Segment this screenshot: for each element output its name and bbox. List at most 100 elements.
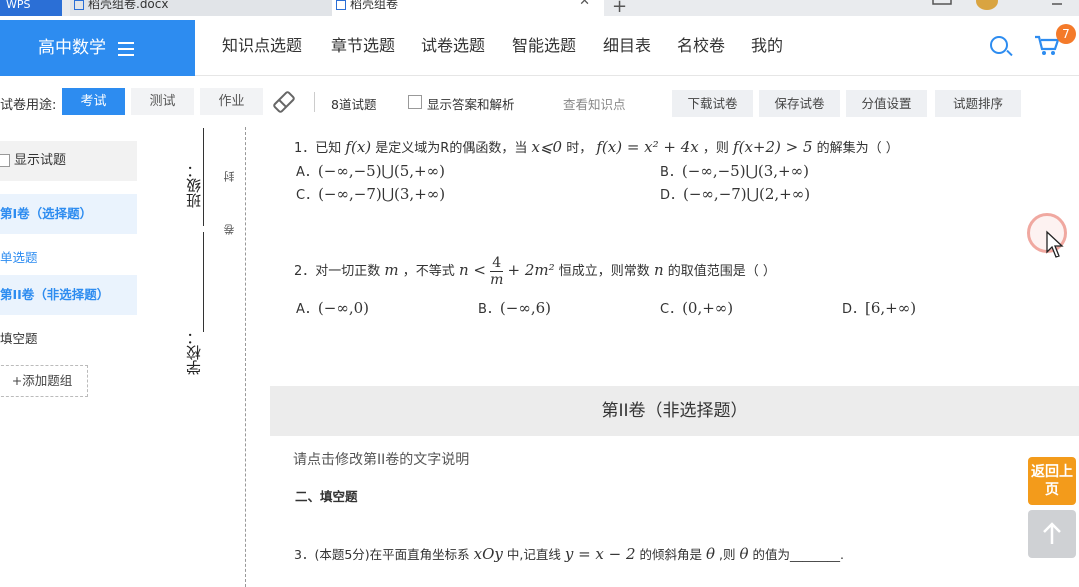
nav-chapter-select[interactable]: 章节选题 (331, 20, 395, 76)
q2-option-d[interactable]: D．[6,+∞) (842, 298, 916, 317)
save-paper-button[interactable]: 保存试卷 (759, 90, 840, 117)
q2-math-m: m (384, 261, 399, 279)
mouse-cursor-icon (1046, 230, 1064, 258)
paper-structure-sidebar: 显示试题 第I卷（选择题） 单选题 第II卷（非选择题） 填空题 +添加题组 (0, 127, 137, 587)
menu-icon[interactable] (118, 42, 134, 60)
q2-math-tail: + 2m² (507, 261, 555, 279)
question-count: 8道试题 (331, 97, 377, 112)
q1-math-ineq: f(x+2) > 5 (733, 138, 813, 156)
q2-option-c-value: (0,+∞) (682, 299, 734, 317)
q1-math-fx: f(x) (345, 138, 372, 156)
fill-blank-heading: 二、填空题 (295, 489, 358, 504)
cart-count-badge: 7 (1056, 24, 1076, 44)
q1-text-3: 时， (566, 141, 593, 156)
q2-fraction-numerator: 4 (490, 255, 504, 272)
score-settings-button[interactable]: 分值设置 (846, 90, 927, 117)
class-label: 班级： (185, 163, 203, 208)
homework-button[interactable]: 作业 (200, 88, 263, 115)
doc-tab-active[interactable]: 稻壳组卷 ✕ (332, 0, 604, 16)
q2-option-d-value: [6,+∞) (865, 299, 917, 317)
eraser-icon[interactable] (270, 88, 298, 116)
q3-text-3: 的倾斜角是 (639, 547, 703, 562)
show-answer-label[interactable]: 显示答案和解析 (427, 94, 515, 113)
binding-dashed-line (245, 127, 246, 587)
doc-tab-active-label: 稻壳组卷 (350, 0, 399, 11)
exam-button[interactable]: 考试 (62, 88, 125, 115)
q2-option-a[interactable]: A．(−∞,0) (296, 298, 369, 317)
q3-math-xoy: xOy (473, 545, 503, 563)
q1-text-5: 的解集为（ ） (816, 141, 899, 156)
doc-tab-docx-label: 稻壳组卷.docx (88, 0, 169, 11)
add-question-group-button[interactable]: +添加题组 (0, 365, 88, 397)
nav-detail-table[interactable]: 细目表 (603, 20, 651, 76)
q1-option-c[interactable]: C．(−∞,−7)⋃(3,+∞) (296, 184, 445, 203)
window-tab-bar: WPS 稻壳组卷.docx 稻壳组卷 ✕ + (0, 0, 1079, 16)
roll-mark: 卷 (223, 224, 236, 235)
q1-option-b-value: (−∞,−5)⋃(3,+∞) (681, 162, 809, 180)
q2-text-4: 的取值范围是（ ） (667, 264, 776, 279)
nav-smart-select[interactable]: 智能选题 (512, 20, 576, 76)
q1-text-2: 是定义域为R的偶函数，当 (375, 141, 528, 156)
section-2-description[interactable]: 请点击修改第II卷的文字说明 (293, 449, 469, 469)
scroll-to-top-button[interactable] (1028, 510, 1076, 558)
view-knowledge-link[interactable]: 查看知识点 (563, 94, 626, 113)
sort-questions-button[interactable]: 试题排序 (935, 90, 1021, 117)
q2-option-b-label: B． (478, 302, 500, 317)
avatar[interactable] (976, 0, 998, 10)
q1-option-c-label: C． (296, 188, 319, 203)
wps-app-tab[interactable]: WPS (0, 0, 62, 16)
q3-text-4: ,则 (719, 547, 736, 562)
arrow-up-icon (1043, 522, 1061, 544)
q1-text-1: 1．已知 (294, 141, 342, 156)
test-button[interactable]: 测试 (131, 88, 194, 115)
q1-option-c-value: (−∞,−7)⋃(3,+∞) (318, 185, 446, 203)
q1-option-a-label: A． (296, 165, 318, 180)
show-answer-checkbox[interactable] (408, 95, 422, 109)
question-3-stem[interactable]: 3．(本题5分)在平面直角坐标系 xOy 中,记直线 y = x − 2 的倾斜… (294, 544, 844, 563)
minimize-icon[interactable] (1050, 0, 1064, 8)
nav-knowledge-select[interactable]: 知识点选题 (222, 20, 302, 76)
q3-math-theta-2: θ (739, 545, 749, 563)
close-icon[interactable]: ✕ (579, 0, 590, 8)
purpose-label: 试卷用途: (0, 98, 57, 113)
school-underline (203, 232, 204, 332)
q1-option-d-label: D． (660, 188, 684, 203)
q2-fraction-denominator: m (490, 272, 504, 288)
back-to-previous-button[interactable]: 返回上页 (1028, 457, 1076, 505)
new-tab-icon[interactable]: + (612, 0, 627, 16)
subject-selector[interactable]: 高中数学 (0, 20, 195, 76)
sidebar-sub-fill-blank[interactable]: 填空题 (0, 328, 38, 347)
q1-option-d-value: (−∞,−7)⋃(2,+∞) (683, 185, 811, 203)
q2-option-b[interactable]: B．(−∞,6) (478, 298, 551, 317)
q3-text-2: 中,记直线 (506, 547, 561, 562)
q3-text-1: 3．(本题5分)在平面直角坐标系 (294, 547, 470, 562)
show-questions-toggle[interactable]: 显示试题 (0, 141, 137, 181)
q2-option-c-label: C． (660, 302, 683, 317)
section-2-title[interactable]: 第II卷（非选择题） (270, 386, 1079, 436)
sidebar-sub-single-choice[interactable]: 单选题 (0, 247, 38, 266)
q2-text-1: 2．对一切正数 (294, 264, 381, 279)
show-questions-checkbox[interactable] (0, 154, 10, 167)
q1-option-b[interactable]: B．(−∞,−5)⋃(3,+∞) (660, 161, 809, 180)
q2-math-n: n (653, 261, 664, 279)
q2-text-3: 恒成立，则常数 (558, 264, 650, 279)
question-2-stem[interactable]: 2．对一切正数 m ，不等式 n < 4m + 2m² 恒成立，则常数 n 的取… (294, 255, 776, 288)
search-icon[interactable] (990, 36, 1008, 54)
download-paper-button[interactable]: 下载试卷 (672, 90, 753, 117)
nav-famous-school[interactable]: 名校卷 (677, 20, 725, 76)
q2-text-2: ，不等式 (402, 264, 455, 279)
question-1-stem[interactable]: 1．已知 f(x) 是定义域为R的偶函数，当 x⩽0 时， f(x) = x² … (294, 137, 899, 156)
window-icon[interactable] (932, 0, 954, 8)
sidebar-section-2[interactable]: 第II卷（非选择题） (0, 275, 137, 315)
nav-paper-select[interactable]: 试卷选题 (421, 20, 485, 76)
document-icon (74, 0, 84, 10)
sidebar-section-1[interactable]: 第I卷（选择题） (0, 194, 137, 234)
doc-tab-docx[interactable]: 稻壳组卷.docx (70, 0, 332, 16)
nav-mine[interactable]: 我的 (751, 20, 783, 76)
q2-option-c[interactable]: C．(0,+∞) (660, 298, 733, 317)
q1-option-a[interactable]: A．(−∞,−5)⋃(5,+∞) (296, 161, 445, 180)
q1-option-b-label: B． (660, 165, 682, 180)
q3-text-5: 的值为________. (752, 547, 844, 562)
q1-option-d[interactable]: D．(−∞,−7)⋃(2,+∞) (660, 184, 810, 203)
toolbar-divider (314, 92, 315, 112)
